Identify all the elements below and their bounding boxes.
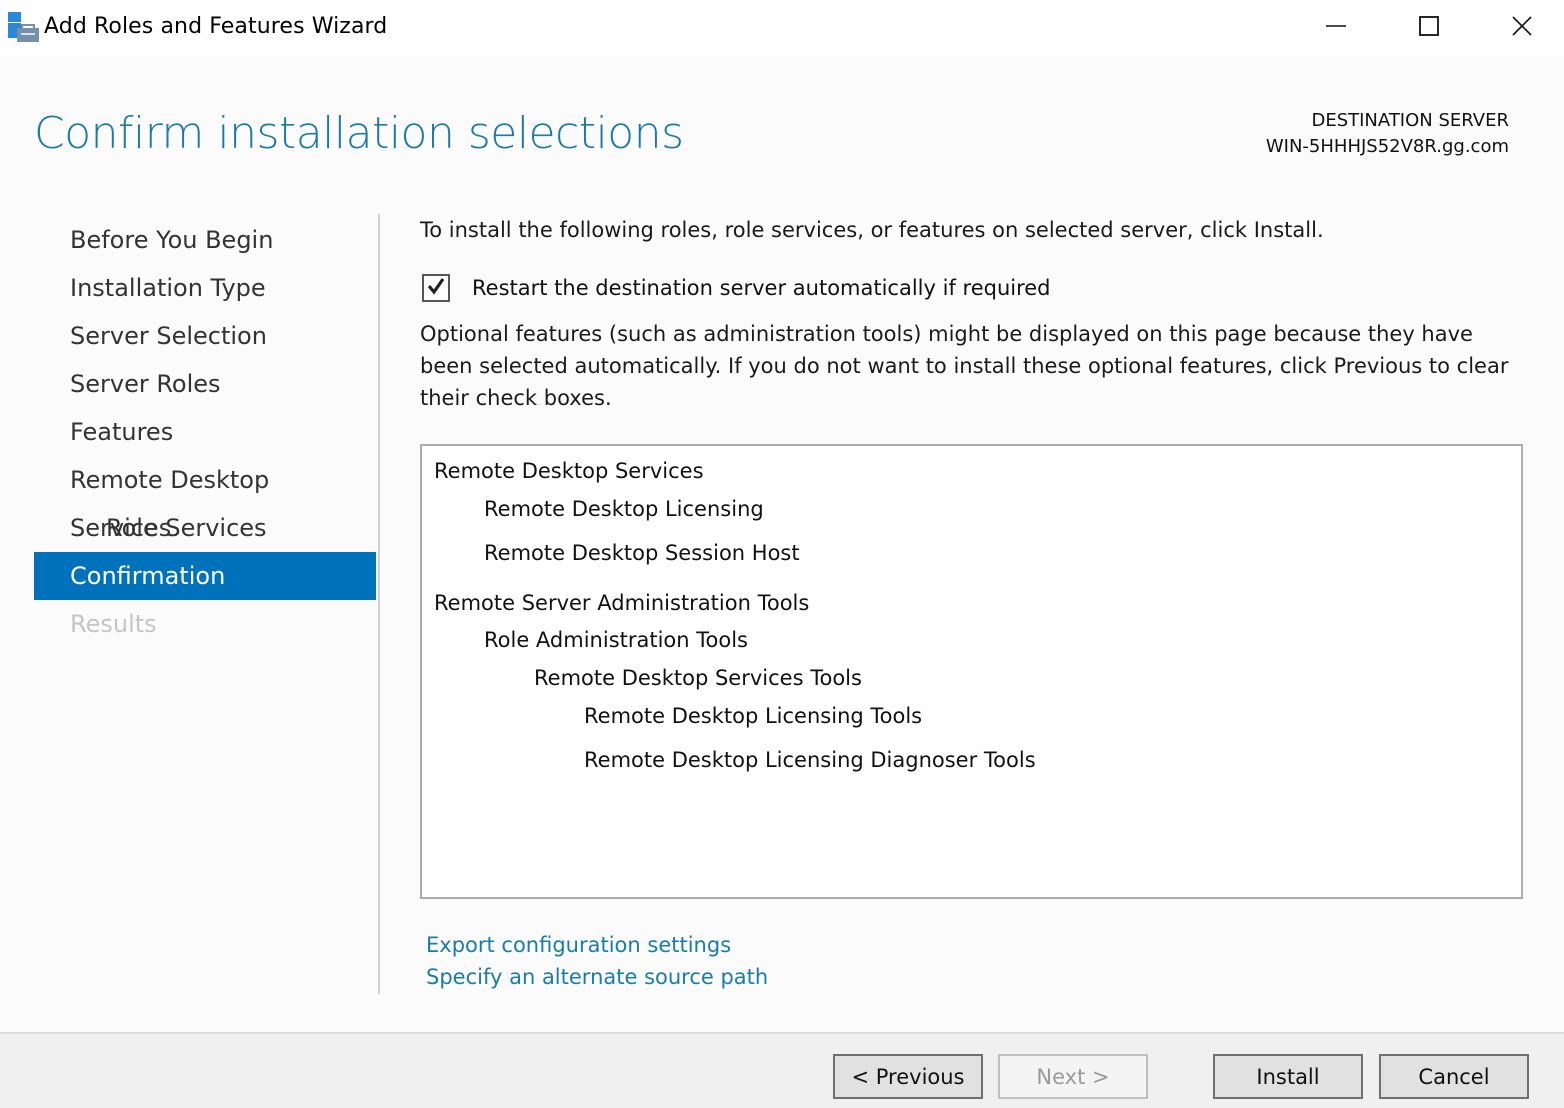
nav-item-confirmation[interactable]: Confirmation: [34, 552, 376, 600]
title-bar: Add Roles and Features Wizard: [0, 0, 1564, 56]
installation-selections-list[interactable]: Remote Desktop Services Remote Desktop L…: [420, 444, 1523, 899]
destination-server-label: DESTINATION SERVER: [1311, 110, 1509, 131]
list-item: Remote Desktop Licensing Diagnoser Tools: [584, 748, 1036, 772]
list-item: Remote Desktop Licensing Tools: [584, 704, 923, 728]
list-item: Remote Desktop Services Tools: [534, 666, 862, 690]
list-item: Remote Desktop Licensing: [484, 497, 764, 521]
export-configuration-link[interactable]: Export configuration settings: [426, 933, 731, 957]
nav-item-installation-type[interactable]: Installation Type: [34, 264, 376, 312]
list-item: Remote Desktop Session Host: [484, 541, 800, 565]
close-icon: [1511, 15, 1533, 41]
confirmation-content: To install the following roles, role ser…: [420, 214, 1520, 410]
destination-server: DESTINATION SERVER WIN-5HHHJS52V8R.gg.co…: [1266, 108, 1509, 160]
maximize-button[interactable]: [1383, 0, 1475, 56]
cancel-button[interactable]: Cancel: [1379, 1054, 1529, 1099]
restart-option[interactable]: Restart the destination server automatic…: [420, 274, 1051, 302]
maximize-icon: [1418, 15, 1440, 41]
list-item: Role Administration Tools: [484, 628, 748, 652]
page-title: Confirm installation selections: [34, 108, 684, 159]
destination-server-value: WIN-5HHHJS52V8R.gg.com: [1265, 136, 1509, 157]
minimize-icon: [1325, 15, 1347, 41]
next-button: Next >: [998, 1054, 1148, 1099]
checkmark-icon: [426, 276, 446, 300]
list-item: Remote Server Administration Tools: [434, 591, 810, 615]
alternate-source-path-link[interactable]: Specify an alternate source path: [426, 965, 768, 989]
nav-item-before-you-begin[interactable]: Before You Begin: [34, 216, 376, 264]
previous-button[interactable]: < Previous: [833, 1054, 983, 1099]
nav-item-server-selection[interactable]: Server Selection: [34, 312, 376, 360]
optional-features-text: Optional features (such as administratio…: [420, 322, 1509, 410]
server-manager-icon: [7, 11, 39, 43]
nav-item-remote-desktop-services[interactable]: Remote Desktop Services: [34, 456, 376, 542]
nav-item-results: Results: [70, 610, 157, 638]
install-button[interactable]: Install: [1213, 1054, 1363, 1099]
intro-text: To install the following roles, role ser…: [420, 218, 1324, 242]
list-item: Remote Desktop Services: [434, 459, 704, 483]
window-title: Add Roles and Features Wizard: [44, 14, 388, 39]
restart-checkbox[interactable]: [422, 274, 450, 302]
nav-item-features[interactable]: Features: [34, 408, 376, 456]
close-button[interactable]: [1476, 0, 1564, 56]
nav-divider: [378, 214, 380, 994]
restart-checkbox-label[interactable]: Restart the destination server automatic…: [472, 276, 1051, 300]
minimize-button[interactable]: [1290, 0, 1382, 56]
wizard-steps-nav: Before You Begin Installation Type Serve…: [34, 216, 376, 648]
nav-item-server-roles[interactable]: Server Roles: [34, 360, 376, 408]
